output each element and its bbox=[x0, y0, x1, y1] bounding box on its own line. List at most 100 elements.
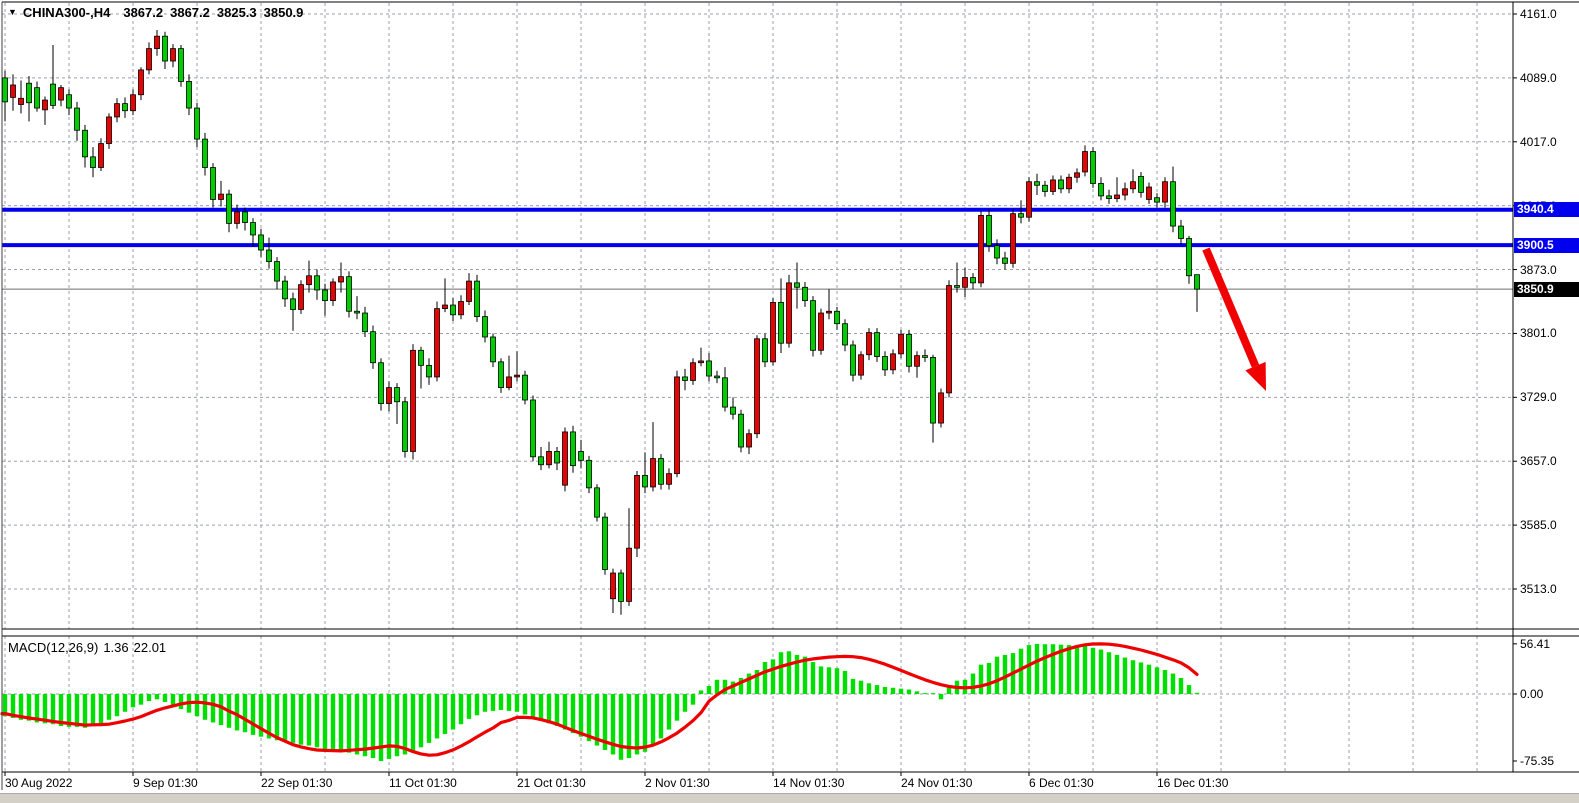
candle-body bbox=[907, 334, 912, 366]
trend-arrow-head[interactable] bbox=[1245, 362, 1266, 391]
candle-body bbox=[227, 194, 232, 223]
macd-histogram-bar bbox=[235, 694, 239, 730]
macd-histogram-bar bbox=[1099, 650, 1103, 694]
candle-body bbox=[1003, 258, 1008, 263]
macd-histogram-bar bbox=[243, 694, 247, 732]
candle-body bbox=[883, 357, 888, 370]
price-tick-label: 3729.0 bbox=[1520, 390, 1557, 404]
candle-body bbox=[963, 278, 968, 288]
macd-histogram-bar bbox=[507, 694, 511, 711]
candle-body bbox=[115, 104, 120, 117]
candle-body bbox=[811, 301, 816, 351]
candle-body bbox=[1163, 182, 1168, 202]
macd-histogram-bar bbox=[891, 688, 895, 694]
candle-body bbox=[683, 377, 688, 381]
candle-body bbox=[467, 281, 472, 301]
candle-body bbox=[67, 95, 72, 108]
candle-body bbox=[859, 355, 864, 375]
time-axis-label: 21 Oct 01:30 bbox=[517, 776, 586, 790]
candle-body bbox=[379, 363, 384, 404]
ohlc-open: 3867.2 bbox=[123, 5, 163, 20]
candle-body bbox=[107, 117, 112, 144]
candle-body bbox=[787, 283, 792, 343]
macd-histogram-bar bbox=[379, 694, 383, 761]
candle-body bbox=[635, 475, 640, 548]
candle-body bbox=[747, 434, 752, 447]
candle-body bbox=[539, 457, 544, 465]
macd-histogram-bar bbox=[763, 662, 767, 694]
candle-body bbox=[235, 212, 240, 224]
macd-histogram-bar bbox=[1067, 645, 1071, 694]
candle-body bbox=[499, 362, 504, 388]
macd-histogram-bar bbox=[1083, 646, 1087, 694]
candle-body bbox=[483, 317, 488, 337]
symbol-dropdown-icon[interactable]: ▼ bbox=[8, 7, 17, 17]
macd-histogram-bar bbox=[155, 694, 159, 699]
candle-body bbox=[91, 157, 96, 168]
macd-histogram-bar bbox=[291, 694, 295, 743]
candle-body bbox=[51, 84, 56, 105]
candle-body bbox=[219, 194, 224, 199]
candle-body bbox=[211, 168, 216, 200]
ohlc-low: 3825.3 bbox=[217, 5, 257, 20]
macd-histogram-bar bbox=[211, 694, 215, 722]
candle-body bbox=[619, 573, 624, 601]
macd-histogram-bar bbox=[899, 689, 903, 694]
candle-body bbox=[1179, 226, 1184, 238]
macd-histogram-bar bbox=[203, 694, 207, 720]
macd-histogram-bar bbox=[835, 668, 839, 694]
macd-histogram-bar bbox=[1003, 655, 1007, 694]
candle-body bbox=[299, 285, 304, 310]
current-price-badge: 3850.9 bbox=[1514, 282, 1579, 297]
candle-body bbox=[355, 311, 360, 313]
macd-histogram-bar bbox=[579, 694, 583, 737]
candle-body bbox=[731, 407, 736, 414]
candle-body bbox=[1059, 180, 1064, 189]
candle-body bbox=[891, 354, 896, 370]
price-chart-canvas[interactable] bbox=[0, 0, 1579, 793]
candle-body bbox=[147, 49, 152, 70]
trend-arrow-shaft[interactable] bbox=[1206, 249, 1255, 366]
macd-histogram-bar bbox=[1107, 652, 1111, 694]
candle-body bbox=[699, 361, 704, 363]
candle-body bbox=[819, 313, 824, 350]
candle-body bbox=[843, 324, 848, 345]
macd-histogram-bar bbox=[555, 694, 559, 726]
candle-body bbox=[155, 36, 160, 48]
macd-histogram-bar bbox=[675, 694, 679, 721]
candle-body bbox=[875, 333, 880, 357]
macd-histogram-bar bbox=[691, 694, 695, 705]
candle-body bbox=[915, 356, 920, 367]
candle-body bbox=[899, 334, 904, 354]
macd-histogram-bar bbox=[251, 694, 255, 735]
macd-histogram-bar bbox=[651, 694, 655, 746]
candle-body bbox=[1147, 187, 1152, 199]
macd-histogram-bar bbox=[139, 694, 143, 705]
macd-histogram-bar bbox=[451, 694, 455, 730]
macd-histogram-bar bbox=[683, 694, 687, 712]
candle-body bbox=[203, 139, 208, 167]
macd-histogram-bar bbox=[91, 694, 95, 726]
time-axis-label: 6 Dec 01:30 bbox=[1029, 776, 1094, 790]
macd-histogram-bar bbox=[131, 694, 135, 707]
candle-body bbox=[547, 451, 552, 464]
macd-histogram-bar bbox=[1091, 648, 1095, 694]
candle-body bbox=[659, 459, 664, 485]
price-level-badge: 3940.4 bbox=[1514, 202, 1579, 217]
candle-body bbox=[1083, 152, 1088, 172]
candle-body bbox=[771, 302, 776, 361]
price-tick-label: 4161.0 bbox=[1520, 7, 1557, 21]
candle-body bbox=[163, 36, 168, 61]
candle-body bbox=[315, 276, 320, 290]
candle-body bbox=[395, 388, 400, 402]
candle-body bbox=[1139, 176, 1144, 192]
candle-body bbox=[571, 432, 576, 466]
candle-body bbox=[251, 223, 256, 235]
macd-histogram-bar bbox=[979, 665, 983, 694]
candle-body bbox=[707, 361, 712, 376]
macd-histogram-bar bbox=[459, 694, 463, 724]
macd-tick-label: 56.41 bbox=[1520, 637, 1550, 651]
macd-histogram-bar bbox=[123, 694, 127, 712]
candle-body bbox=[267, 250, 272, 262]
macd-histogram-bar bbox=[1043, 644, 1047, 694]
